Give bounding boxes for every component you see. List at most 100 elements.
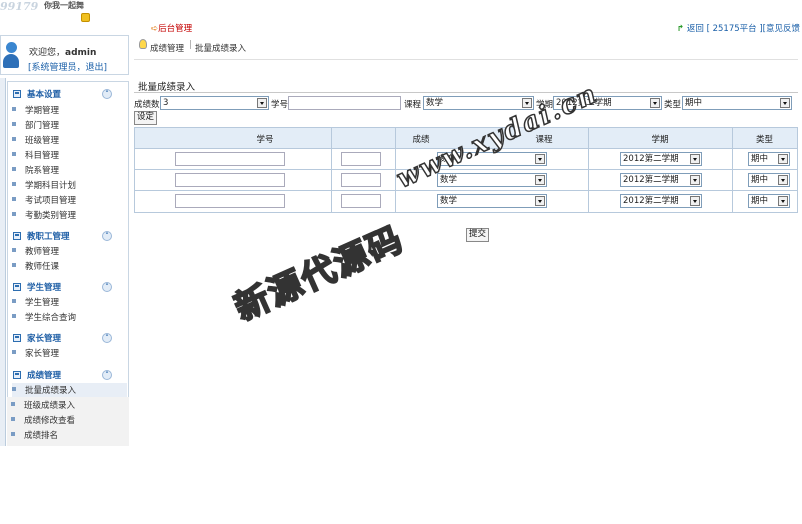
sidebar-vertical-tabs[interactable] <box>0 78 6 446</box>
collapse-icon[interactable]: ˄ <box>102 282 112 292</box>
column-header-score: 成绩 <box>412 135 430 145</box>
type-select[interactable]: 期中 <box>682 96 792 110</box>
bullet-icon <box>12 197 16 201</box>
lightbulb-icon <box>139 39 147 49</box>
set-button[interactable]: 设定 <box>134 111 158 125</box>
folder-icon <box>13 283 21 291</box>
chevron-down-icon <box>535 175 545 185</box>
chevron-down-icon <box>780 98 790 108</box>
collapse-icon[interactable]: ˄ <box>102 333 112 343</box>
student-id-input[interactable] <box>288 96 401 110</box>
sidebar-item-faculty-management[interactable]: 院系管理 <box>12 163 127 177</box>
bullet-icon <box>12 314 16 318</box>
row-course-select[interactable]: 数学 <box>437 173 547 187</box>
sidebar-item-student-query[interactable]: 学生综合查询 <box>12 310 127 324</box>
chevron-down-icon <box>690 154 700 164</box>
site-logo[interactable]: 99179 你我一起舞 <box>0 0 96 22</box>
sidebar-item-term-management[interactable]: 学期管理 <box>12 103 127 117</box>
collapse-icon[interactable]: ˄ <box>102 370 112 380</box>
bullet-icon <box>12 182 16 186</box>
row-type-select[interactable]: 期中 <box>748 173 790 187</box>
sidebar-item-class-management[interactable]: 班级管理 <box>12 133 127 147</box>
collapse-icon[interactable]: ˄ <box>102 231 112 241</box>
sidebar-item-score-ranking[interactable]: 成绩排名 <box>11 428 126 442</box>
row-term-select[interactable]: 2012第二学期 <box>620 173 702 187</box>
sidebar-item-batch-score-entry[interactable]: 批量成绩录入 <box>12 383 127 397</box>
sidebar-item-term-subject-plan[interactable]: 学期科目计划 <box>12 178 127 192</box>
top-header: 99179 你我一起舞 ➪后台管理 ↱ 返回 [ 25175平台 ][意见反馈 <box>0 0 802 36</box>
table-row: 数学 2012第二学期 期中 <box>135 191 797 212</box>
sidebar-group-basic-settings[interactable]: 基本设置 ˄ <box>8 87 128 101</box>
logo-badge-icon <box>81 13 90 22</box>
feedback-link[interactable]: [意见反馈 <box>763 24 800 34</box>
bullet-icon <box>12 137 16 141</box>
breadcrumb: 成绩管理 | 批量成绩录入 <box>134 38 798 58</box>
row-term-select[interactable]: 2012第二学期 <box>620 152 702 166</box>
sidebar-item-teacher-assignment[interactable]: 教师任课 <box>12 259 127 273</box>
watermark-cn: 新源代源码 <box>228 218 411 330</box>
row-student-id-input[interactable] <box>175 173 285 187</box>
row-score-input[interactable] <box>341 173 381 187</box>
row-term-select[interactable]: 2012第二学期 <box>620 194 702 208</box>
back-arrow-icon: ↱ <box>677 24 685 34</box>
table-row: 数学 2012第二学期 期中 <box>135 149 797 170</box>
sidebar-item-class-score-entry[interactable]: 班级成绩录入 <box>11 398 126 412</box>
welcome-text: 欢迎您，admin <box>29 48 97 58</box>
row-student-id-input[interactable] <box>175 152 285 166</box>
top-links: ↱ 返回 [ 25175平台 ][意见反馈 <box>677 22 800 34</box>
sidebar-group-student-management[interactable]: 学生管理 ˄ <box>8 280 128 294</box>
bullet-icon <box>11 402 15 406</box>
submit-button[interactable]: 提交 <box>466 228 490 242</box>
back-link[interactable]: 返回 <box>687 24 704 34</box>
score-count-label: 成绩数 <box>134 100 160 110</box>
sidebar-group-staff-management[interactable]: 教职工管理 ˄ <box>8 229 128 243</box>
chevron-down-icon <box>257 98 267 108</box>
breadcrumb-item-score-management[interactable]: 成绩管理 <box>150 42 184 54</box>
row-course-select[interactable]: 数学 <box>437 194 547 208</box>
row-type-select[interactable]: 期中 <box>748 152 790 166</box>
bullet-icon <box>12 122 16 126</box>
breadcrumb-divider <box>134 59 798 60</box>
table-row: 数学 2012第二学期 期中 <box>135 170 797 191</box>
sidebar-group-parent-management[interactable]: 家长管理 ˄ <box>8 331 128 345</box>
title-divider <box>134 92 798 93</box>
column-header-type: 类型 <box>755 135 773 145</box>
row-student-id-input[interactable] <box>175 194 285 208</box>
sidebar-item-department-management[interactable]: 部门管理 <box>12 118 127 132</box>
sidebar-item-parent-management[interactable]: 家长管理 <box>12 346 127 360</box>
chevron-down-icon <box>650 98 660 108</box>
row-course-select[interactable]: 数学 <box>437 152 547 166</box>
folder-icon <box>13 232 21 240</box>
sidebar: 基本设置 ˄ 学期管理 部门管理 班级管理 科目管理 院系管理 学期科目计划 考… <box>7 81 129 398</box>
term-select[interactable]: 2012第二学期 <box>553 96 662 110</box>
row-score-input[interactable] <box>341 194 381 208</box>
role-logout-link[interactable]: [系统管理员，退出] <box>28 60 107 73</box>
sidebar-item-subject-management[interactable]: 科目管理 <box>12 148 127 162</box>
row-type-select[interactable]: 期中 <box>748 194 790 208</box>
admin-home-link[interactable]: ➪后台管理 <box>151 22 192 34</box>
term-label: 学期 <box>536 100 554 110</box>
chevron-down-icon <box>522 98 532 108</box>
sidebar-item-exam-management[interactable]: 考试项目管理 <box>12 193 127 207</box>
bullet-icon <box>12 263 16 267</box>
score-count-select[interactable]: 3 <box>160 96 269 110</box>
collapse-icon[interactable]: ˄ <box>102 89 112 99</box>
row-score-input[interactable] <box>341 152 381 166</box>
course-select[interactable]: 数学 <box>423 96 534 110</box>
bullet-icon <box>12 299 16 303</box>
sidebar-group-score-management[interactable]: 成绩管理 ˄ <box>8 368 128 382</box>
bullet-icon <box>12 152 16 156</box>
user-avatar-icon <box>3 42 19 70</box>
sidebar-item-score-edit-view[interactable]: 成绩修改查看 <box>11 413 126 427</box>
bullet-icon <box>12 248 16 252</box>
logo-text: 99179 <box>0 0 39 13</box>
course-label: 课程 <box>404 100 422 110</box>
sidebar-item-student-management[interactable]: 学生管理 <box>12 295 127 309</box>
breadcrumb-separator: | <box>189 40 192 50</box>
chevron-down-icon <box>535 196 545 206</box>
sidebar-item-teacher-management[interactable]: 教师管理 <box>12 244 127 258</box>
platform-link[interactable]: [ 25175平台 ] <box>707 24 763 34</box>
sidebar-item-attendance-types[interactable]: 考勤类别管理 <box>12 208 127 222</box>
chevron-down-icon <box>778 175 788 185</box>
bullet-icon <box>11 417 15 421</box>
